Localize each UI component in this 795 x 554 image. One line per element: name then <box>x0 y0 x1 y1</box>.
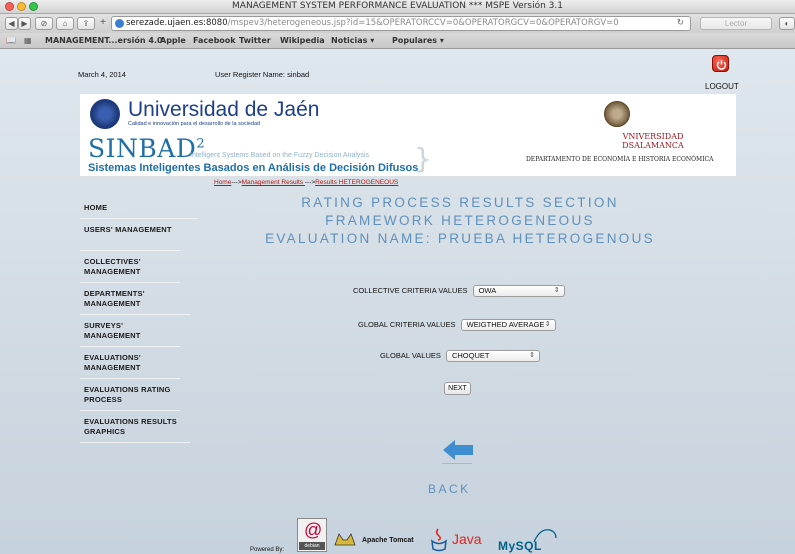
url-path: /mspev3/heterogeneous.jsp?id=15&OPERATOR… <box>227 18 619 28</box>
breadcrumb-separator: ---> <box>304 179 316 186</box>
global-values-label: GLOBAL VALUES <box>380 350 441 360</box>
usal-seal-logo <box>604 101 630 127</box>
back-arrow-icon[interactable] <box>443 440 473 460</box>
url-host: serezade.ujaen.es:8080 <box>126 18 228 28</box>
window-titlebar: MANAGEMENT SYSTEM PERFORMANCE EVALUATION… <box>0 0 795 14</box>
sidebar-item-results-graphics[interactable]: EVALUATIONS RESULTS GRAPHICS <box>80 411 190 443</box>
debian-label: debian <box>299 542 325 550</box>
sinbad-sup: 2 <box>196 136 206 152</box>
sinbad-logo: SINBAD2 <box>88 134 205 163</box>
bookmark-item[interactable]: MANAGEMENT...ersión 4.0 <box>45 36 163 45</box>
bookmark-item[interactable]: Wikipedia <box>280 36 325 45</box>
sidebar-item-users[interactable]: USERS' MANAGEMENT <box>80 219 180 251</box>
home-icon[interactable]: ⌂ <box>56 17 74 30</box>
page-heading-section: RATING PROCESS RESULTS SECTION <box>301 195 619 210</box>
global-criteria-select[interactable]: WEIGTHED AVERAGE ⇕ <box>460 319 556 331</box>
tomcat-label: Apache Tomcat <box>362 537 414 544</box>
bookmark-item[interactable]: Apple <box>160 36 186 45</box>
java-cup-icon <box>431 528 447 552</box>
collective-criteria-select[interactable]: OWA ⇕ <box>472 285 565 297</box>
sinbad-text: SINBAD <box>88 134 197 163</box>
back-nav-button[interactable]: ◀ <box>5 17 18 30</box>
bookmark-item[interactable]: Twitter <box>239 36 271 45</box>
java-label: Java <box>452 531 482 547</box>
book-icon[interactable]: 📖 <box>6 36 16 45</box>
breadcrumb: Home--->Management Results --->Results H… <box>214 179 398 186</box>
forward-nav-button[interactable]: ▶ <box>18 17 31 30</box>
global-values-row: GLOBAL VALUES CHOQUET ⇕ <box>380 350 540 362</box>
page-heading-framework: FRAMEWORK HETEROGENEOUS <box>325 213 595 228</box>
collective-criteria-label: COLLECTIVE CRITERIA VALUES <box>353 285 468 295</box>
debian-logo: @ debian <box>297 518 327 552</box>
breadcrumb-home-link[interactable]: Home <box>214 179 231 186</box>
user-register-name: User Register Name: sinbad <box>215 70 310 79</box>
sidebar-item-surveys[interactable]: SURVEYS' MANAGEMENT <box>80 315 180 347</box>
share-icon[interactable]: ⇪ <box>77 17 95 30</box>
tomcat-logo-icon <box>334 533 356 546</box>
back-divider <box>442 463 472 464</box>
ujaen-name: Universidad de Jaén <box>128 98 320 121</box>
address-bar[interactable]: serezade.ujaen.es:8080/mspev3/heterogene… <box>111 16 691 31</box>
usal-name: VNIVERSIDAD DSALAMANCA <box>588 132 718 150</box>
usal-line1: VNIVERSIDAD <box>622 132 684 141</box>
breadcrumb-separator: ---> <box>231 179 242 186</box>
breadcrumb-management-link[interactable]: Management Results <box>242 179 305 186</box>
sidebar-item-departments[interactable]: DEPARTMENTS' MANAGEMENT <box>80 283 190 315</box>
sidebar-item-evaluations[interactable]: EVALUATIONS' MANAGEMENT <box>80 347 180 379</box>
sidebar-item-home[interactable]: HOME <box>80 191 197 219</box>
sidebar-nav: HOME USERS' MANAGEMENT COLLECTIVES' MANA… <box>80 191 197 443</box>
powered-by-label: Powered By: <box>250 547 285 553</box>
usal-line2: DSALAMANCA <box>622 141 684 150</box>
usal-department: DEPARTAMENTO DE ECONOMÍA E HISTORIA ECON… <box>526 156 714 163</box>
reader-button[interactable]: Lector <box>700 17 772 30</box>
back-link[interactable]: BACK <box>428 482 471 496</box>
select-chevron-icon: ⇕ <box>544 321 551 328</box>
bookmark-item[interactable]: Noticias ▾ <box>331 36 374 45</box>
browser-toolbar: ◀ ▶ ⊘ ⌂ ⇪ + serezade.ujaen.es:8080/mspev… <box>0 14 795 33</box>
ujaen-subtitle: Calidad e innovación para el desarrollo … <box>128 121 261 127</box>
header-banner: Universidad de Jaén Calidad e innovación… <box>80 94 736 176</box>
power-icon[interactable] <box>712 55 729 72</box>
downloads-icon[interactable]: ◐ <box>779 17 795 30</box>
sinbad-spanish-title: Sistemas Inteligentes Basados en Análisi… <box>88 162 419 174</box>
bookmark-item[interactable]: Populares ▾ <box>392 36 444 45</box>
sidebar-item-rating-process[interactable]: EVALUATIONS RATING PROCESS <box>80 379 180 411</box>
collective-criteria-row: COLLECTIVE CRITERIA VALUES OWA ⇕ <box>353 285 565 297</box>
global-criteria-row: GLOBAL CRITERIA VALUES WEIGTHED AVERAGE ⇕ <box>358 319 556 331</box>
add-bookmark-icon[interactable]: + <box>97 17 109 30</box>
current-date: March 4, 2014 <box>78 70 126 79</box>
mysql-dolphin-icon <box>533 529 557 543</box>
global-criteria-label: GLOBAL CRITERIA VALUES <box>358 319 456 329</box>
bookmarks-bar: 📖 ▦ MANAGEMENT...ersión 4.0 Apple Facebo… <box>0 33 795 49</box>
global-values-select[interactable]: CHOQUET ⇕ <box>445 350 540 362</box>
next-button[interactable]: NEXT <box>444 382 471 395</box>
ujaen-seal-logo <box>90 99 120 129</box>
collective-criteria-value: OWA <box>478 286 497 295</box>
sinbad-english-subtitle: Intelligent Systems Based on the Fuzzy D… <box>190 152 369 159</box>
global-values-value: CHOQUET <box>451 351 490 360</box>
breadcrumb-current-link[interactable]: Results HETEROGENEOUS <box>315 179 398 186</box>
logout-link[interactable]: LOGOUT <box>705 82 739 91</box>
top-sites-icon[interactable]: ⊘ <box>35 17 53 30</box>
global-criteria-value: WEIGTHED AVERAGE <box>466 320 545 329</box>
window-title: MANAGEMENT SYSTEM PERFORMANCE EVALUATION… <box>232 1 563 11</box>
page-heading-evaluation: EVALUATION NAME: PRUEBA HETEROGENOUS <box>265 231 655 246</box>
reload-icon[interactable]: ↻ <box>677 17 684 30</box>
grid-icon[interactable]: ▦ <box>24 36 32 45</box>
globe-icon <box>115 19 124 28</box>
sidebar-item-collectives[interactable]: COLLECTIVES' MANAGEMENT <box>80 251 180 283</box>
debian-swirl-icon: @ <box>304 520 323 540</box>
select-chevron-icon: ⇕ <box>553 287 560 294</box>
select-chevron-icon: ⇕ <box>529 352 535 359</box>
web-page: March 4, 2014 User Register Name: sinbad… <box>0 49 795 554</box>
bookmark-item[interactable]: Facebook <box>193 36 236 45</box>
